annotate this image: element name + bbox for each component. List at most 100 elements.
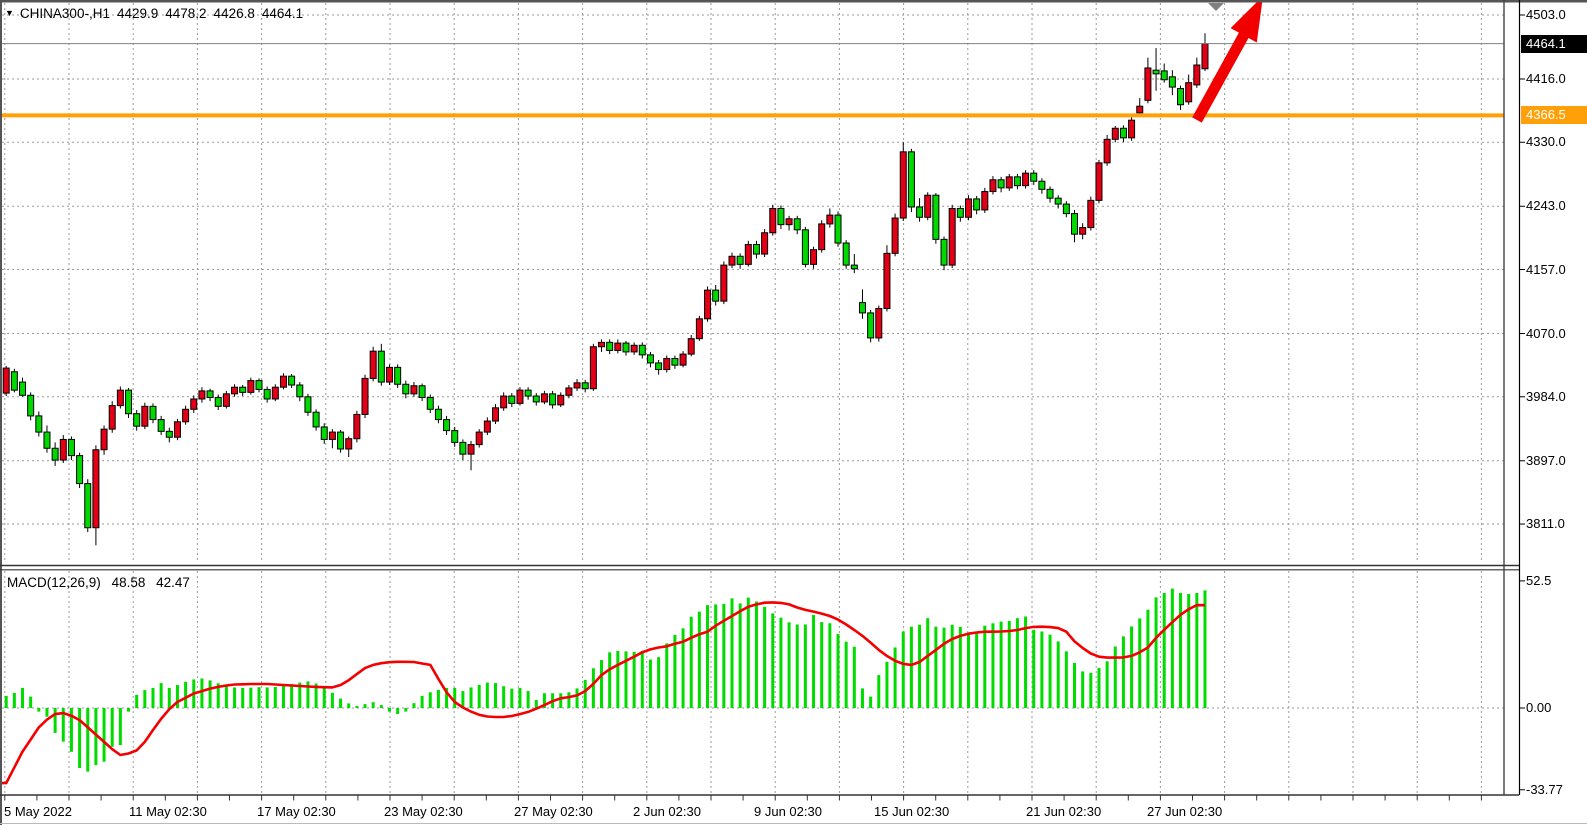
candle-body <box>117 390 123 405</box>
macd-histogram-bar <box>486 683 489 708</box>
candle-body <box>908 152 914 207</box>
candle-body <box>484 421 490 432</box>
candle-body <box>509 396 515 403</box>
macd-axis-label: -33.77 <box>1526 782 1563 798</box>
macd-histogram-bar <box>527 691 530 708</box>
candle-body <box>582 383 588 389</box>
candle-body <box>338 432 344 449</box>
macd-histogram-bar <box>796 624 799 708</box>
candle-body <box>517 390 523 403</box>
macd-histogram-bar <box>788 622 791 708</box>
candle-body <box>574 383 580 388</box>
candle-body <box>134 414 140 427</box>
candle-body <box>1202 44 1208 69</box>
candle-body <box>93 450 99 528</box>
candle-body <box>713 290 719 301</box>
macd-histogram-bar <box>918 625 921 708</box>
candle-body <box>68 439 74 455</box>
macd-pane[interactable] <box>0 589 1206 783</box>
candle-body <box>199 391 205 399</box>
macd-histogram-bar <box>845 642 848 708</box>
candle-body <box>876 309 882 338</box>
macd-histogram-bar <box>421 696 424 708</box>
candle-body <box>1137 106 1143 113</box>
candle-body <box>1169 77 1175 87</box>
macd-histogram-bar <box>323 687 326 708</box>
macd-histogram-bar <box>673 635 676 708</box>
candle-body <box>672 359 678 366</box>
candle-body <box>566 388 572 395</box>
candle-body <box>680 354 686 365</box>
candle-body <box>20 382 26 395</box>
candle-body <box>965 199 971 217</box>
candle-body <box>166 431 172 437</box>
macd-histogram-bar <box>804 624 807 708</box>
candle-body <box>1047 189 1053 198</box>
chart-canvas[interactable] <box>0 0 1587 825</box>
candle-body <box>656 363 662 370</box>
macd-histogram-bar <box>151 688 154 708</box>
candle-body <box>85 484 91 528</box>
candle-body <box>419 386 425 398</box>
macd-histogram-bar <box>820 622 823 708</box>
candle-body <box>1112 128 1118 139</box>
ohlc-header: ▼ CHINA300-,H1 4429.9 4478.2 4426.8 4464… <box>5 5 303 21</box>
candle-body <box>925 195 931 217</box>
low-value: 4426.8 <box>214 6 255 21</box>
macd-histogram-bar <box>812 615 815 708</box>
macd-histogram-bar <box>616 651 619 708</box>
candle-body <box>811 250 817 265</box>
candles-layer[interactable] <box>3 33 1208 545</box>
candle-body <box>232 387 238 394</box>
candle-body <box>827 215 833 224</box>
macd-histogram-bar <box>665 643 668 708</box>
macd-histogram-bar <box>600 660 603 708</box>
macd-histogram-bar <box>1097 668 1100 708</box>
candle-body <box>688 339 694 354</box>
macd-histogram-bar <box>1089 673 1092 708</box>
candle-body <box>525 390 531 396</box>
macd-histogram-bar <box>184 682 187 708</box>
candle-body <box>109 406 115 430</box>
time-axis-label: 9 Jun 02:30 <box>754 804 822 819</box>
macd-histogram-bar <box>885 662 888 708</box>
macd-histogram-bar <box>1163 593 1166 708</box>
macd-histogram-bar <box>975 633 978 708</box>
candle-body <box>28 395 34 416</box>
time-axis-label: 2 Jun 02:30 <box>633 804 701 819</box>
macd-histogram-bar <box>135 695 138 708</box>
symbol-dropdown-icon[interactable]: ▼ <box>5 7 14 19</box>
price-axis-label: 4157.0 <box>1526 262 1566 278</box>
candle-body <box>493 408 499 421</box>
candle-body <box>452 431 458 443</box>
macd-histogram-bar <box>13 693 16 708</box>
chart-shift-marker-icon[interactable] <box>1208 3 1224 11</box>
candle-body <box>664 359 670 370</box>
candle-body <box>44 432 50 448</box>
time-axis-label: 23 May 02:30 <box>384 804 463 819</box>
left-border <box>0 0 2 825</box>
macd-histogram-bar <box>1146 610 1149 708</box>
macd-histogram-bar <box>1081 671 1084 708</box>
macd-histogram-bar <box>771 613 774 708</box>
macd-histogram-bar <box>943 628 946 708</box>
candle-body <box>427 398 433 410</box>
candle-body <box>859 303 865 313</box>
macd-histogram-bar <box>1057 641 1060 708</box>
candle-body <box>835 215 841 243</box>
macd-histogram-bar <box>592 668 595 708</box>
candle-body <box>1145 68 1151 100</box>
candle-body <box>1161 71 1167 80</box>
macd-histogram-bar <box>567 692 570 708</box>
candle-body <box>501 396 507 408</box>
candle-body <box>248 381 254 393</box>
price-axis-label: 3984.0 <box>1526 389 1566 405</box>
candle-body <box>1039 181 1045 189</box>
candle-body <box>647 355 653 363</box>
candle-body <box>11 372 17 390</box>
macd-histogram-bar <box>1106 661 1109 708</box>
candle-body <box>264 389 270 399</box>
candle-body <box>639 345 645 355</box>
candle-body <box>802 230 808 265</box>
candle-body <box>411 386 417 394</box>
